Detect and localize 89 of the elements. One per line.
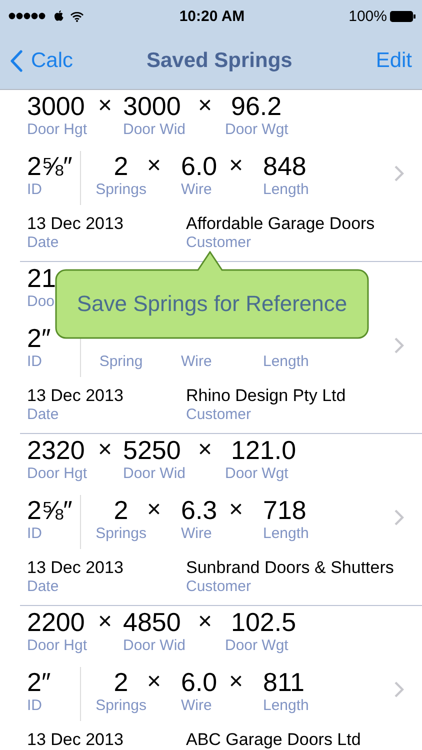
field-label: Length (263, 353, 309, 371)
value-text: 2″ (27, 323, 52, 353)
field-label: Date (27, 234, 60, 252)
date-text: 13 Dec 2013 (27, 214, 124, 234)
field-label: Length (263, 697, 309, 715)
field-label: Springs (96, 697, 146, 715)
field-label: Door Wid (123, 121, 187, 139)
status-time: 10:20 AM (179, 8, 245, 24)
value-text: 6.0 (181, 151, 218, 181)
field-label: Door Hgt (27, 637, 88, 655)
field-label: Door Hgt (27, 121, 88, 139)
back-button[interactable]: Calc (10, 48, 74, 72)
value-text: 811 (263, 667, 306, 697)
value-text: 6.0 (181, 667, 218, 697)
chevron-right-icon[interactable] (394, 681, 404, 698)
value-text: 3000 (123, 91, 182, 121)
battery-icon (390, 10, 416, 22)
field-label: ID (27, 353, 43, 371)
times-sign: × (196, 607, 213, 637)
value-text: 2⅝″ (27, 151, 74, 181)
value-text: 2200 (27, 607, 86, 637)
value-text: 121.0 (230, 435, 296, 465)
signal-icon (8, 12, 48, 20)
field-label: Door Wid (123, 465, 187, 483)
edit-button[interactable]: Edit (376, 48, 412, 72)
date-text: 13 Dec 2013 (27, 386, 124, 406)
field-label: ID (27, 181, 43, 199)
date-text: 13 Dec 2013 (27, 730, 124, 750)
field-label: Length (263, 525, 309, 543)
times-sign: × (228, 667, 244, 697)
customer-name: Rhino Design Pty Ltd (186, 386, 346, 406)
times-sign: × (196, 435, 213, 465)
value-text: 4850 (123, 607, 182, 637)
times-sign: × (146, 495, 162, 525)
field-label: Wire (181, 181, 213, 199)
chevron-left-icon (10, 50, 23, 72)
field-label: Customer (186, 406, 252, 424)
value-text: 718 (263, 495, 308, 525)
times-sign: × (96, 435, 113, 465)
value-text: 2 (114, 495, 128, 525)
chevron-right-icon[interactable] (394, 337, 404, 354)
field-label: Door Wgt (225, 637, 290, 655)
value-text: 6.3 (181, 495, 218, 525)
value-text: 3000 (27, 91, 86, 121)
value-text: 2″ (27, 667, 52, 697)
times-sign: × (228, 495, 244, 525)
field-label: ID (27, 697, 43, 715)
chevron-right-icon[interactable] (394, 165, 404, 182)
value-text: 2⅝″ (27, 495, 74, 525)
times-sign: × (146, 667, 162, 697)
field-label: Customer (186, 578, 252, 596)
customer-name: Sunbrand Doors & Shutters (186, 558, 394, 578)
field-label: Length (263, 181, 309, 199)
apple-logo-icon (54, 10, 64, 22)
field-label: Springs (96, 525, 146, 543)
date-text: 13 Dec 2013 (27, 558, 124, 578)
field-label: Springs (96, 181, 146, 199)
customer-name: ABC Garage Doors Ltd (186, 730, 361, 750)
battery-percent: 100% (348, 8, 387, 24)
value-text: 21 (27, 263, 57, 293)
times-sign: × (196, 91, 213, 121)
field-label: Date (27, 406, 60, 424)
wifi-icon (70, 10, 84, 22)
value-text: 2 (114, 151, 128, 181)
nav-title: Saved Springs (146, 48, 292, 72)
times-sign: × (228, 151, 244, 181)
field-label: Date (27, 578, 60, 596)
field-label: Door Hgt (27, 465, 88, 483)
field-label: ID (27, 525, 43, 543)
value-text: 5250 (123, 435, 182, 465)
value-text: 102.5 (230, 607, 296, 637)
value-text: 2 (114, 667, 128, 697)
tooltip: Save Springs for Reference (55, 251, 369, 339)
times-sign: × (96, 91, 113, 121)
field-label: Wire (181, 353, 213, 371)
field-label: Door Wgt (225, 465, 290, 483)
field-label: Door Wid (123, 637, 187, 655)
field-label: Door Wgt (225, 121, 288, 139)
field-label: Spring (99, 353, 143, 371)
field-label: Wire (181, 525, 213, 543)
field-label: Customer (186, 234, 252, 252)
chevron-right-icon[interactable] (394, 509, 404, 526)
value-text: 848 (263, 151, 308, 181)
value-text: 96.2 (230, 91, 283, 121)
customer-name: Affordable Garage Doors (186, 214, 375, 234)
times-sign: × (96, 607, 113, 637)
field-label: Wire (181, 697, 213, 715)
value-text: 2320 (27, 435, 86, 465)
times-sign: × (146, 151, 162, 181)
